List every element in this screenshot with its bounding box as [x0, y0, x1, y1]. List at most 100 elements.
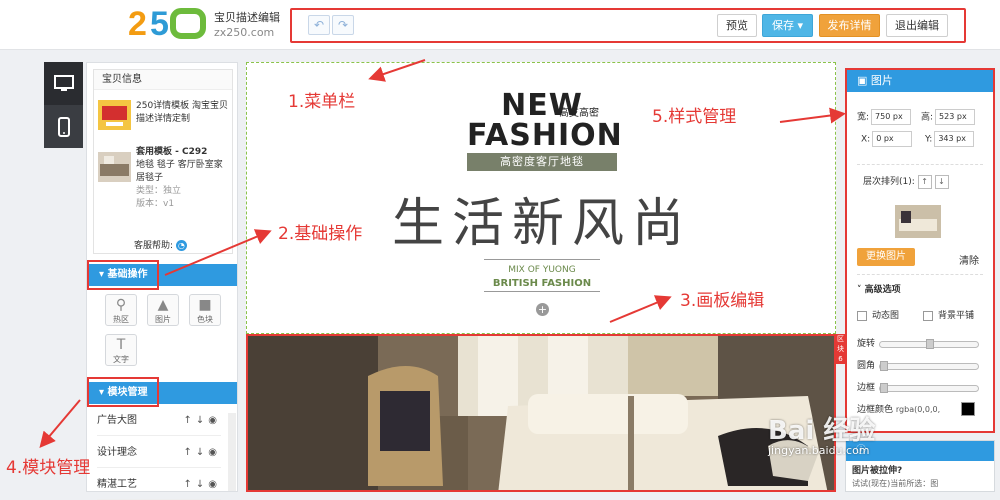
- exit-edit-button[interactable]: 退出编辑: [886, 14, 948, 37]
- brand-domain: zx250.com: [214, 26, 275, 39]
- fashion-text: FASHION: [467, 118, 623, 153]
- tool-label-hotspot: 热区: [113, 315, 129, 324]
- advanced-options[interactable]: ˅ 高级选项: [857, 282, 901, 298]
- change-image-button[interactable]: 更换图片: [857, 248, 915, 266]
- watermark-url: jingyan.baidu.com: [768, 444, 870, 457]
- bg-tile-checkbox[interactable]: [923, 310, 933, 321]
- product-desc-2: 地毯 毯子 客厅卧室家居毯子: [136, 160, 223, 183]
- product-type: 类型：独立: [136, 186, 182, 196]
- arrow-up-icon[interactable]: ↑: [917, 174, 932, 189]
- item-info-title: 宝贝信息: [94, 70, 232, 90]
- eye-icon[interactable]: ◉: [208, 447, 221, 458]
- style-panel: ▣ 图片 宽: 750 px 高: 523 px X: 0 px Y: 343 px 层…: [845, 68, 995, 433]
- color-swatch[interactable]: [961, 402, 975, 416]
- module-scrollbar[interactable]: [228, 413, 236, 491]
- x-input[interactable]: 0 px: [872, 131, 913, 147]
- height-input[interactable]: 523 px: [935, 109, 976, 125]
- y-input[interactable]: 343 px: [934, 131, 975, 147]
- arrow-down-icon[interactable]: ↓: [196, 415, 208, 426]
- zx250-logo[interactable]: 2 5: [128, 5, 208, 43]
- slogan-text: 生活新风尚: [391, 194, 692, 254]
- bg-tile-option[interactable]: 背景平铺: [923, 308, 974, 324]
- rotate-slider[interactable]: [879, 339, 979, 349]
- canvas-board[interactable]: NEW 高支高密 FASHION 高密度客厅地毯 生活新风尚 MIX OF YU…: [246, 62, 836, 492]
- chat-icon[interactable]: ◔: [175, 240, 187, 251]
- preview-button[interactable]: 预览: [717, 14, 757, 37]
- divider: [484, 259, 600, 260]
- block-tag[interactable]: 区块6: [836, 334, 845, 364]
- desktop-icon[interactable]: [44, 62, 83, 105]
- tool-text[interactable]: T 文字: [105, 334, 137, 366]
- advanced-label: 高级选项: [864, 285, 901, 295]
- y-label: Y:: [925, 134, 933, 145]
- anim-option[interactable]: 动态图: [857, 308, 899, 324]
- radius-slider[interactable]: [879, 361, 979, 371]
- tool-color-block[interactable]: ■ 色块: [189, 294, 221, 326]
- module-row[interactable]: 广告大图 ↑↓◉: [97, 406, 221, 436]
- customer-help[interactable]: 客服帮助: ◔: [134, 238, 187, 251]
- arrow-up-icon[interactable]: ↑: [183, 415, 195, 426]
- british-fashion-text: BRITISH FASHION: [492, 278, 592, 289]
- arrow-down-icon[interactable]: ↓: [934, 174, 949, 189]
- add-module-icon[interactable]: +: [536, 303, 549, 316]
- image-icon: ▣: [857, 74, 871, 87]
- slider-knob[interactable]: [880, 361, 888, 371]
- module-name: 广告大图: [97, 415, 137, 426]
- module-name: 精湛工艺: [97, 479, 137, 490]
- slider-knob[interactable]: [880, 383, 888, 393]
- undo-icon[interactable]: ↶: [308, 15, 330, 35]
- rgba-value[interactable]: rgba(0,0,0,: [896, 405, 940, 414]
- product-details-2: 套用模板 - C292 地毯 毯子 客厅卧室家居毯子 类型：独立 版本：v1: [136, 146, 230, 211]
- nf-small-text: 高支高密: [559, 108, 599, 119]
- style-panel-header: ▣ 图片: [847, 70, 993, 92]
- clear-button[interactable]: 清除: [959, 252, 979, 267]
- mobile-icon[interactable]: [44, 105, 83, 148]
- eye-icon[interactable]: ◉: [208, 479, 221, 490]
- module-row[interactable]: 设计理念 ↑↓◉: [97, 438, 221, 468]
- module-row[interactable]: 精湛工艺 ↑↓◉: [97, 470, 221, 500]
- svg-text:5: 5: [150, 7, 169, 39]
- tool-hotspot[interactable]: ⚲ 热区: [105, 294, 137, 326]
- anim-checkbox[interactable]: [857, 310, 867, 321]
- x-label: X:: [861, 134, 871, 145]
- width-field: 宽: 750 px: [857, 109, 912, 126]
- basic-ops-highlight: [87, 260, 159, 290]
- arrow-up-icon[interactable]: ↑: [183, 447, 195, 458]
- width-input[interactable]: 750 px: [871, 109, 912, 125]
- device-rail: [44, 62, 83, 148]
- radius-label: 圆角: [857, 361, 876, 371]
- module-mgmt-highlight: [87, 377, 159, 407]
- border-slider[interactable]: [879, 383, 979, 393]
- watermark-logo: Bai 经验: [768, 416, 876, 446]
- brand-name: 宝贝描述编辑: [214, 11, 280, 24]
- module-controls: ↑↓◉: [183, 470, 221, 500]
- chevron-down-icon: ˅: [857, 285, 865, 295]
- arrow-down-icon[interactable]: ↓: [196, 447, 208, 458]
- slider-knob[interactable]: [926, 339, 934, 349]
- rotate-label: 旋转: [857, 339, 876, 349]
- product-title-1: 250详情模板 淘宝宝贝描述详情定制: [136, 101, 229, 124]
- product-title-2: 套用模板 - C292: [136, 147, 208, 157]
- divider: [484, 291, 600, 292]
- nf-band-text: 高密度客厅地毯: [467, 153, 617, 171]
- width-label: 宽:: [857, 112, 870, 123]
- bg-tile-label: 背景平铺: [938, 311, 975, 321]
- caret-down-icon: ▾: [793, 19, 804, 32]
- eye-icon[interactable]: ◉: [208, 415, 221, 426]
- top-bar: 2 5 宝贝描述编辑 zx250.com ↶ ↷ 预览 保存 ▾ 发布详情 退出…: [0, 0, 1000, 50]
- x-field: X: 0 px: [861, 131, 913, 148]
- arrow-up-icon[interactable]: ↑: [183, 479, 195, 490]
- color-block-icon: ■: [198, 297, 212, 313]
- height-field: 高: 523 px: [921, 109, 976, 126]
- save-button[interactable]: 保存 ▾: [762, 14, 813, 37]
- image-icon: ▲: [157, 297, 169, 313]
- save-label: 保存: [771, 19, 794, 32]
- living-room-photo[interactable]: [246, 334, 836, 492]
- redo-icon[interactable]: ↷: [332, 15, 354, 35]
- annotation-menu-bar: 1.菜单栏: [288, 92, 356, 112]
- publish-button[interactable]: 发布详情: [819, 14, 880, 37]
- mix-text: MIX OF YUONG: [508, 265, 576, 275]
- tool-image[interactable]: ▲ 图片: [147, 294, 179, 326]
- svg-text:2: 2: [128, 7, 147, 39]
- arrow-down-icon[interactable]: ↓: [196, 479, 208, 490]
